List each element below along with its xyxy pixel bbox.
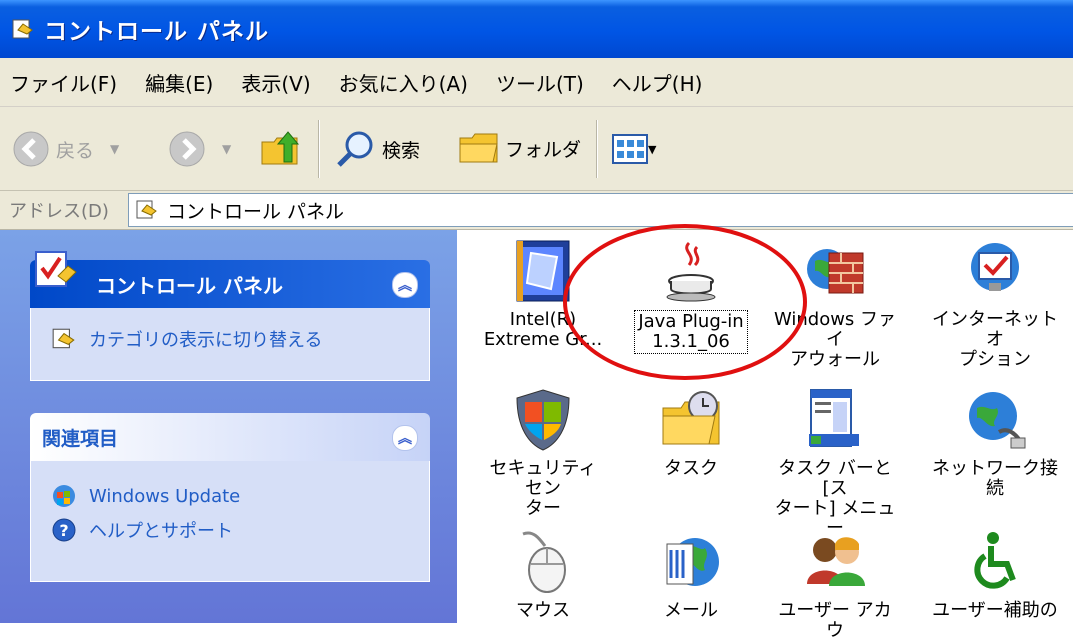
address-bar: アドレス(D) コントロール パネル [0,191,1073,230]
scheduled-tasks-item[interactable]: タスク [626,385,756,479]
views-icon [612,134,648,164]
menu-help[interactable]: ヘルプ(H) [612,68,703,97]
toolbar-separator-2 [596,120,598,178]
control-panel-section: コントロール パネル ︽ カテゴリの表示に切り替える [30,251,430,381]
folders-icon [459,133,498,163]
mail-label: メール [664,600,718,621]
related-section-header[interactable]: 関連項目 ︽ [30,413,430,461]
views-button[interactable]: ▼ [612,134,656,164]
search-icon [337,131,373,167]
internet-options-item[interactable]: インターネット オ プション [930,236,1060,370]
back-label: 戻る [56,139,95,162]
windows-update-icon [53,485,75,507]
security-center-item[interactable]: セキュリティ セン ター [478,385,608,519]
control-panel-section-body: カテゴリの表示に切り替える [30,308,430,381]
menu-edit[interactable]: 編集(E) [145,68,213,97]
section-title: 関連項目 [42,427,119,450]
window-title: コントロール パネル [44,19,270,45]
taskbar-start-menu-item[interactable]: タスク バーと [ス タート] メニュー [770,385,900,539]
network-connections-item[interactable]: ネットワーク接 続 [930,385,1060,499]
security-shield-icon [516,389,570,451]
windows-update-label: Windows Update [89,485,241,507]
related-section: 関連項目 ︽ Windows Update ? ヘルプとサポート [30,413,430,582]
highlight-circle [563,224,807,380]
scheduled-tasks-icon [662,391,720,445]
menu-bar: ファイル(F) 編集(E) 表示(V) お気に入り(A) ツール(T) ヘルプ(… [0,58,1073,107]
search-label: 検索 [382,139,421,162]
network-connections-icon [969,392,1026,449]
control-panel-large-icon [35,251,77,287]
accessibility-options-label: ユーザー補助の [932,600,1058,621]
switch-category-view-label: カテゴリの表示に切り替える [89,330,323,351]
accessibility-icon [974,532,1016,589]
address-field[interactable]: コントロール パネル [128,193,1073,227]
folders-button[interactable]: フォルダ [457,128,581,168]
taskbar-icon [809,389,859,447]
up-folder-button[interactable] [258,126,302,170]
control-panel-icon [52,328,75,349]
scheduled-tasks-label: タスク [664,458,718,479]
toolbar-separator [318,120,320,178]
back-dropdown-icon[interactable]: ▼ [110,142,119,156]
mouse-icon [522,531,566,593]
help-support-label: ヘルプとサポート [89,521,233,542]
menu-view[interactable]: 表示(V) [241,68,310,97]
menu-favorites[interactable]: お気に入り(A) [339,68,468,97]
address-value: コントロール パネル [167,200,345,223]
control-panel-icon [12,19,33,39]
back-button[interactable]: 戻る ▼ [12,130,119,168]
folders-label: フォルダ [505,138,582,161]
control-panel-section-header[interactable]: コントロール パネル ︽ [30,251,430,308]
forward-arrow-icon [169,131,205,167]
collapse-chevron-icon[interactable]: ︽ [392,425,418,451]
internet-options-label: インターネット オ プション [932,309,1058,370]
section-title: コントロール パネル [96,273,283,298]
mail-icon [666,538,719,586]
switch-category-view-link[interactable]: カテゴリの表示に切り替える [31,308,429,352]
help-icon: ? [52,518,76,542]
forward-dropdown-icon[interactable]: ▼ [222,142,231,156]
accessibility-options-item[interactable]: ユーザー補助の [930,527,1060,621]
svg-text:?: ? [59,521,68,540]
mouse-label: マウス [516,600,570,621]
firewall-icon [807,249,864,294]
menu-tools[interactable]: ツール(T) [496,68,584,97]
user-accounts-item[interactable]: ユーザー アカウ [770,527,900,641]
network-connections-label: ネットワーク接 続 [932,458,1058,499]
address-label: アドレス(D) [9,201,109,222]
mail-item[interactable]: メール [626,527,756,621]
mouse-item[interactable]: マウス [478,527,608,621]
internet-options-icon [971,243,1019,291]
windows-update-link[interactable]: Windows Update [31,461,429,509]
forward-button[interactable]: ▼ [168,130,231,168]
views-dropdown-icon[interactable]: ▼ [648,143,656,156]
up-folder-icon [261,131,300,165]
collapse-chevron-icon[interactable]: ︽ [392,272,418,298]
control-panel-icon [136,200,157,219]
security-center-label: セキュリティ セン ター [489,458,597,519]
back-arrow-icon [13,131,49,167]
help-support-link[interactable]: ? ヘルプとサポート [31,509,429,543]
user-accounts-icon [807,537,865,586]
task-pane: コントロール パネル ︽ カテゴリの表示に切り替える 関連項目 ︽ Window… [0,230,457,623]
title-bar[interactable]: コントロール パネル [0,0,1073,58]
menu-file[interactable]: ファイル(F) [10,68,117,97]
search-button[interactable]: 検索 [334,128,420,170]
user-accounts-label: ユーザー アカウ [778,600,892,641]
related-section-body: Windows Update ? ヘルプとサポート [30,461,430,582]
